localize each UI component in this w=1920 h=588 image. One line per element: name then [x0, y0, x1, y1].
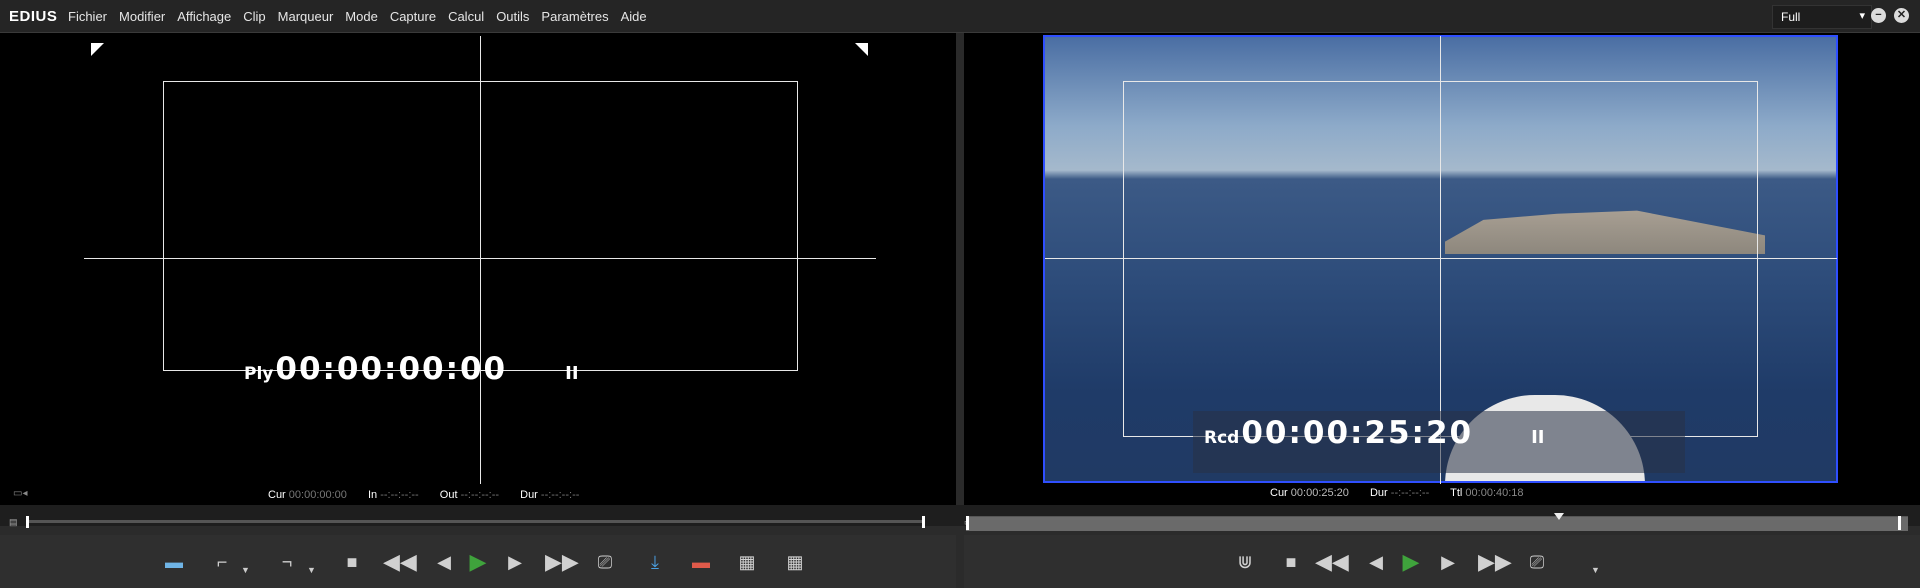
- menu-marqueur[interactable]: Marqueur: [278, 9, 334, 24]
- chevron-down-icon: ▾: [1859, 10, 1865, 22]
- player-out-value: --:--:--:--: [460, 489, 500, 501]
- menu-calcul[interactable]: Calcul: [448, 9, 484, 24]
- player-readout: Cur 00:00:00:00 In --:--:--:-- Out --:--…: [268, 489, 597, 501]
- recorder-position-bar[interactable]: ▭▯: [956, 505, 1920, 531]
- player-cur-label: Cur: [268, 489, 286, 501]
- corner-marker-icon: [91, 43, 104, 56]
- center-crosshair-h: [1045, 258, 1837, 259]
- insert-to-timeline-icon[interactable]: ⤓: [640, 547, 670, 577]
- player-scrub-track[interactable]: [28, 520, 925, 523]
- player-in-handle[interactable]: [26, 516, 29, 528]
- step-forward-icon[interactable]: ▶: [1433, 547, 1463, 577]
- recorder-monitor[interactable]: Rcd00:00:25:20 II Cur 00:00:25:20 Dur --:…: [964, 33, 1920, 505]
- menu-bar: EDIUS Fichier Modifier Affichage Clip Ma…: [0, 0, 1920, 33]
- player-timecode-display: Ply00:00:00:00 II: [244, 351, 579, 387]
- fast-forward-icon[interactable]: ▶▶: [545, 547, 579, 577]
- step-back-icon[interactable]: ◀: [1361, 547, 1391, 577]
- player-out-label: Out: [439, 489, 458, 501]
- recorder-timecode-display: Rcd00:00:25:20 II: [1204, 415, 1545, 451]
- pause-icon: II: [565, 363, 579, 384]
- clip-display-icon[interactable]: ▬: [159, 547, 189, 577]
- recorder-ttl-label: Ttl: [1450, 487, 1463, 499]
- menu-affichage[interactable]: Affichage: [177, 9, 231, 24]
- menu-clip[interactable]: Clip: [243, 9, 265, 24]
- menu-outils[interactable]: Outils: [496, 9, 529, 24]
- recorder-in-handle[interactable]: [966, 516, 969, 530]
- menu-capture[interactable]: Capture: [390, 9, 436, 24]
- menu-fichier[interactable]: Fichier: [68, 9, 107, 24]
- step-back-icon[interactable]: ◀: [429, 547, 459, 577]
- close-icon[interactable]: ✕: [1894, 8, 1909, 23]
- app-title: EDIUS: [9, 8, 58, 25]
- player-out-handle[interactable]: [922, 516, 925, 528]
- menu-aide[interactable]: Aide: [621, 9, 647, 24]
- mark-in-icon[interactable]: ⌐: [207, 547, 237, 577]
- minimize-icon[interactable]: −: [1871, 8, 1886, 23]
- menu: Fichier Modifier Affichage Clip Marqueur…: [68, 9, 659, 24]
- recorder-timecode: 00:00:25:20: [1241, 415, 1474, 451]
- player-in-label: In: [367, 489, 378, 501]
- add-to-bin-icon[interactable]: ▦: [732, 547, 762, 577]
- recorder-tc-label: Rcd: [1204, 428, 1240, 448]
- menu-mode[interactable]: Mode: [345, 9, 378, 24]
- mark-out-icon[interactable]: ¬: [272, 547, 302, 577]
- recorder-readout: Cur 00:00:25:20 Dur --:--:--:-- Ttl 00:0…: [1270, 487, 1542, 499]
- add-clip-icon[interactable]: ▦: [780, 547, 810, 577]
- recorder-cur-value: 00:00:25:20: [1290, 487, 1349, 499]
- stop-icon[interactable]: ■: [337, 547, 367, 577]
- recorder-ttl-value: 00:00:40:18: [1465, 487, 1524, 499]
- player-timecode: 00:00:00:00: [275, 351, 508, 387]
- corner-marker-icon: [855, 43, 868, 56]
- play-icon[interactable]: ▶: [463, 547, 493, 577]
- loop-icon[interactable]: ⎚: [1522, 547, 1552, 577]
- play-icon[interactable]: ▶: [1396, 547, 1426, 577]
- rewind-icon[interactable]: ◀◀: [383, 547, 417, 577]
- zoom-dropdown[interactable]: Full ▾: [1772, 5, 1872, 29]
- chevron-down-icon[interactable]: ▼: [241, 565, 250, 575]
- player-tc-label: Ply: [244, 364, 274, 384]
- recorder-controls: ⋓ ■ ◀◀ ◀ ▶ ▶ ▶▶ ⎚ ▼: [964, 535, 1920, 588]
- set-in-out-icon[interactable]: ⋓: [1230, 547, 1260, 577]
- menu-parametres[interactable]: Paramètres: [541, 9, 608, 24]
- chevron-down-icon[interactable]: ▼: [307, 565, 316, 575]
- rewind-icon[interactable]: ◀◀: [1315, 547, 1349, 577]
- player-monitor[interactable]: Ply00:00:00:00 II ▭◂ Cur 00:00:00:00 In -…: [0, 33, 956, 505]
- recorder-cur-label: Cur: [1270, 487, 1288, 499]
- recorder-dur-label: Dur: [1369, 487, 1388, 499]
- player-monitor-icon[interactable]: ▭◂: [13, 488, 27, 499]
- fast-forward-icon[interactable]: ▶▶: [1478, 547, 1512, 577]
- player-scrub-icon: ▤: [9, 517, 18, 527]
- recorder-dur-value: --:--:--:--: [1390, 487, 1430, 499]
- zoom-value: Full: [1781, 10, 1801, 24]
- loop-icon[interactable]: ⎚: [590, 547, 620, 577]
- recorder-scrub-track[interactable]: [966, 516, 1908, 531]
- player-position-bar[interactable]: ▤: [0, 505, 956, 528]
- center-crosshair-v: [480, 36, 481, 484]
- player-dur-label: Dur: [520, 489, 538, 501]
- stop-icon[interactable]: ■: [1276, 547, 1306, 577]
- player-cur-value: 00:00:00:00: [288, 489, 347, 501]
- menu-modifier[interactable]: Modifier: [119, 9, 165, 24]
- monitor-divider[interactable]: [956, 33, 964, 505]
- step-forward-icon[interactable]: ▶: [500, 547, 530, 577]
- overwrite-to-timeline-icon[interactable]: ▬: [686, 547, 716, 577]
- player-dur-value: --:--:--:--: [540, 489, 580, 501]
- player-controls: ▬ ⌐ ▼ ¬ ▼ ■ ◀◀ ◀ ▶ ▶ ▶▶ ⎚ ⤓ ▬ ▦ ▦: [0, 535, 956, 588]
- recorder-playhead[interactable]: [1554, 513, 1565, 520]
- recorder-out-handle[interactable]: [1898, 516, 1901, 530]
- pause-icon: II: [1531, 427, 1545, 448]
- player-in-value: --:--:--:--: [380, 489, 419, 501]
- chevron-down-icon[interactable]: ▼: [1591, 565, 1600, 575]
